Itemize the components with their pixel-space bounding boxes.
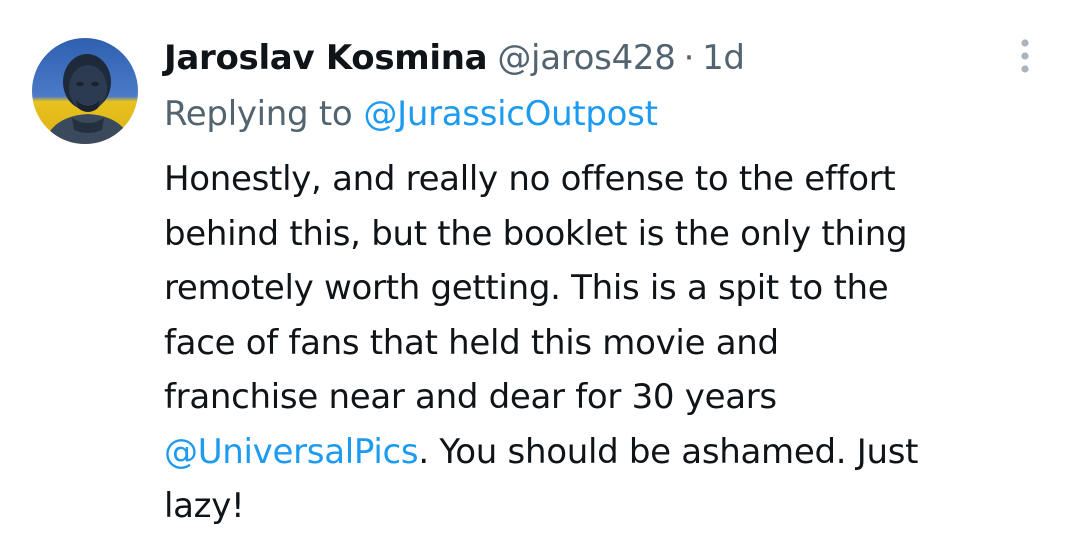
tweet-text-line: remotely worth getting. This is a spit t… (164, 268, 889, 308)
vertical-ellipsis-icon (1021, 39, 1029, 73)
user-handle[interactable]: @jaros428 (497, 38, 676, 78)
timestamp[interactable]: 1d (702, 38, 745, 78)
tweet-text-line: lazy! (164, 486, 245, 526)
tweet-text-line: @UniversalPics. You should be ashamed. J… (164, 425, 1054, 480)
tweet-header: Jaroslav Kosmina @jaros428 · 1d (164, 34, 745, 82)
replying-to-label: Replying to (164, 94, 353, 134)
tweet-text-line: face of fans that held this movie and (164, 322, 779, 363)
display-name[interactable]: Jaroslav Kosmina (164, 38, 488, 78)
avatar-image (32, 38, 138, 144)
replying-to: Replying to @JurassicOutpost (164, 90, 658, 138)
universal-pics-mention[interactable]: @UniversalPics (164, 432, 419, 472)
tweet-text-line: franchise near and dear for 30 years (164, 377, 777, 417)
separator-dot: · (683, 38, 695, 78)
more-options-button[interactable] (1008, 36, 1042, 76)
reply-to-mention[interactable]: @JurassicOutpost (363, 94, 658, 134)
tweet[interactable]: Jaroslav Kosmina @jaros428 · 1d Replying… (0, 0, 1080, 533)
tweet-text-fragment: . You should be ashamed. Just (418, 431, 919, 472)
tweet-text-line: Honestly, and really no offense to the e… (164, 159, 896, 199)
tweet-text-line: behind this, but the booklet is the only… (164, 213, 908, 254)
avatar[interactable] (32, 38, 138, 144)
tweet-text: Honestly, and really no offense to the e… (164, 152, 1054, 534)
